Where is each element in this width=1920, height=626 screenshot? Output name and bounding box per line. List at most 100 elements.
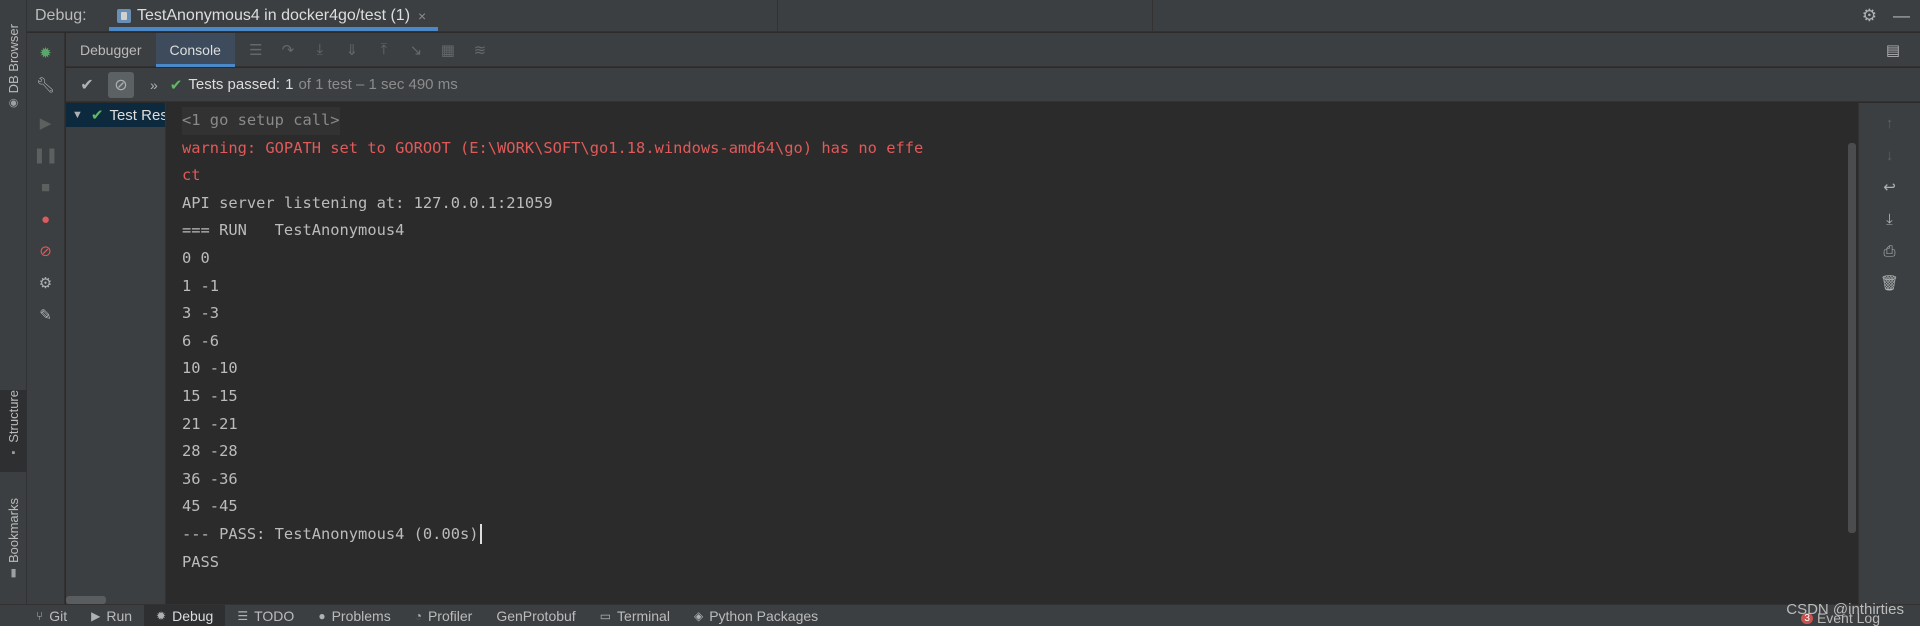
check-icon: ✔ — [169, 76, 183, 94]
console-line: 28 -28 — [182, 442, 238, 461]
arrow-down-icon[interactable]: ↓ — [1878, 143, 1902, 167]
check-icon: ✔ — [90, 107, 104, 124]
bottom-tab-python-packages[interactable]: ◈ Python Packages — [682, 605, 830, 626]
console-line: 6 -6 — [182, 331, 220, 350]
step-out-icon[interactable]: ⤒ — [373, 39, 395, 61]
view-breakpoints-icon[interactable]: ● — [34, 207, 58, 231]
bottom-tab-debug[interactable]: ✹ Debug — [144, 604, 226, 626]
bug-icon[interactable]: ✹ — [34, 41, 58, 65]
structure-icon: ▪ — [11, 446, 16, 459]
bottom-tab-debug-label: Debug — [172, 607, 214, 624]
run-tab-title: TestAnonymous4 in docker4go/test (1) — [137, 6, 411, 24]
console-line: 1 -1 — [182, 276, 220, 295]
layers-icon: ◈ — [693, 608, 704, 623]
bottom-tab-todo-label: TODO — [254, 607, 295, 624]
bottom-tab-problems[interactable]: ● Problems — [306, 605, 402, 626]
debug-window-label: Debug: — [35, 6, 87, 24]
show-ignored-icon[interactable]: ⊘ — [108, 71, 134, 98]
test-results-toolbar: ✔ ⊘ » ✔ Tests passed: 1 of 1 test – 1 se… — [66, 68, 1920, 102]
terminal-icon: ▭ — [599, 608, 612, 623]
bottom-tab-run-label: Run — [106, 607, 133, 624]
list-icon: ☰ — [237, 608, 249, 623]
header-divider — [1152, 0, 1153, 32]
print-icon[interactable]: ⎙ — [1878, 239, 1902, 263]
more-icon[interactable]: » — [150, 77, 158, 93]
tab-console[interactable]: Console — [155, 32, 236, 67]
bookmarks-tab[interactable]: Bookmarks ▮ — [0, 498, 27, 579]
console-line: --- PASS: TestAnonymous4 (0.00s) — [182, 524, 479, 543]
step-over-icon[interactable]: ↷ — [277, 39, 299, 61]
console-line: 36 -36 — [182, 469, 238, 488]
test-tree-root-label: Test Results — [109, 106, 166, 124]
header-actions: ⚙ — — [1862, 0, 1910, 32]
structure-label: Structure — [6, 390, 21, 443]
layout-icon[interactable]: ▤ — [1886, 41, 1900, 59]
close-icon[interactable]: × — [418, 8, 426, 24]
step-into-icon[interactable]: ⤓ — [309, 39, 331, 61]
test-tree: ▼ ✔ Test Results — [66, 103, 166, 604]
bottom-tab-git[interactable]: ⑂ Git — [0, 605, 79, 626]
bottom-tab-run[interactable]: ▶ Run — [79, 605, 144, 626]
run-to-cursor-icon[interactable]: ↘ — [405, 39, 427, 61]
bottom-tab-todo[interactable]: ☰ TODO — [225, 605, 306, 626]
pause-icon[interactable]: ❚❚ — [33, 143, 58, 167]
settings-icon[interactable]: ⚙ — [34, 271, 58, 295]
git-icon: ⑂ — [36, 608, 44, 623]
test-tree-root[interactable]: ▼ ✔ Test Results — [66, 103, 165, 127]
text-caret — [479, 524, 482, 545]
console-side-actions: ↑ ↓ ↩ ⤓ ⎙ 🗑︎ — [1858, 103, 1920, 604]
console-line: warning: GOPATH set to GOROOT (E:\WORK\S… — [182, 138, 924, 157]
left-tool-strip: DB Browser ◉ Structure ▪ Bookmarks ▮ — [0, 0, 27, 626]
wrench-icon[interactable]: 🔧︎ — [34, 73, 58, 97]
console-output[interactable]: <1 go setup call> warning: GOPATH set to … — [167, 103, 1858, 604]
soft-wrap-icon[interactable]: ↩ — [1878, 175, 1902, 199]
bottom-tab-genprotobuf-label: GenProtobuf — [496, 607, 576, 624]
gear-icon[interactable]: ⚙ — [1862, 6, 1877, 26]
force-step-into-icon[interactable]: ⇓ — [341, 39, 363, 61]
mute-breakpoints-icon[interactable]: ⊘ — [34, 239, 58, 263]
bottom-tab-genprotobuf[interactable]: GenProtobuf — [484, 605, 587, 626]
profiler-icon: ◔ — [414, 608, 422, 623]
minimize-icon[interactable]: — — [1893, 6, 1910, 26]
arrow-up-icon[interactable]: ↑ — [1878, 111, 1902, 135]
bookmark-icon: ▮ — [10, 567, 17, 580]
header-divider — [777, 0, 778, 32]
bottom-tab-profiler[interactable]: ◔ Profiler — [403, 605, 485, 626]
scroll-to-end-icon[interactable]: ⤓ — [1878, 207, 1902, 231]
console-line: 0 0 — [182, 248, 210, 267]
show-passed-icon[interactable]: ✔ — [74, 72, 100, 98]
bottom-tab-problems-label: Problems — [331, 607, 391, 624]
resume-icon[interactable]: ▶ — [34, 111, 58, 135]
console-line: 21 -21 — [182, 414, 238, 433]
tests-passed-label: Tests passed: — [188, 76, 281, 93]
trace-icon[interactable]: ≋ — [469, 39, 491, 61]
bottom-tab-profiler-label: Profiler — [427, 607, 473, 624]
debugger-tabs-bar: Debugger Console ☰ ↷ ⤓ ⇓ ⤒ ↘ ▦ ≋ ▤ — [66, 32, 1920, 67]
stop-icon[interactable]: ■ — [34, 175, 58, 199]
menu-icon[interactable]: ☰ — [245, 39, 267, 61]
structure-tab[interactable]: Structure ▪ — [0, 390, 27, 472]
horizontal-scrollbar[interactable] — [66, 596, 106, 604]
watermark: CSDN @inthirties — [1786, 601, 1904, 618]
console-line: === RUN TestAnonymous4 — [182, 221, 405, 240]
vertical-scrollbar[interactable] — [1848, 143, 1856, 533]
run-icon: ▶ — [91, 608, 101, 623]
console-line: ct — [182, 166, 201, 185]
bottom-tool-bar: ⑂ Git ▶ Run ✹ Debug ☰ TODO ● Problems ◔ … — [0, 601, 1920, 626]
console-line: 45 -45 — [182, 497, 238, 516]
trash-icon[interactable]: 🗑︎ — [1878, 271, 1902, 295]
tests-detail: of 1 test – 1 sec 490 ms — [298, 76, 458, 93]
run-configuration-tab[interactable]: TestAnonymous4 in docker4go/test (1) × — [101, 0, 439, 32]
tests-passed-count: 1 — [285, 76, 294, 93]
chevron-down-icon[interactable]: ▼ — [72, 109, 83, 121]
console-lines: <1 go setup call> warning: GOPATH set to … — [182, 107, 923, 576]
bottom-tab-terminal[interactable]: ▭ Terminal — [588, 605, 682, 626]
bug-icon: ✹ — [156, 608, 167, 623]
info-icon: ● — [318, 608, 326, 623]
database-icon: ◉ — [8, 97, 19, 110]
pin-icon[interactable]: ✎ — [34, 303, 58, 327]
evaluate-icon[interactable]: ▦ — [437, 39, 459, 61]
console-line: PASS — [182, 552, 220, 571]
db-browser-tab[interactable]: DB Browser ◉ — [0, 24, 27, 109]
tab-debugger[interactable]: Debugger — [66, 33, 156, 67]
